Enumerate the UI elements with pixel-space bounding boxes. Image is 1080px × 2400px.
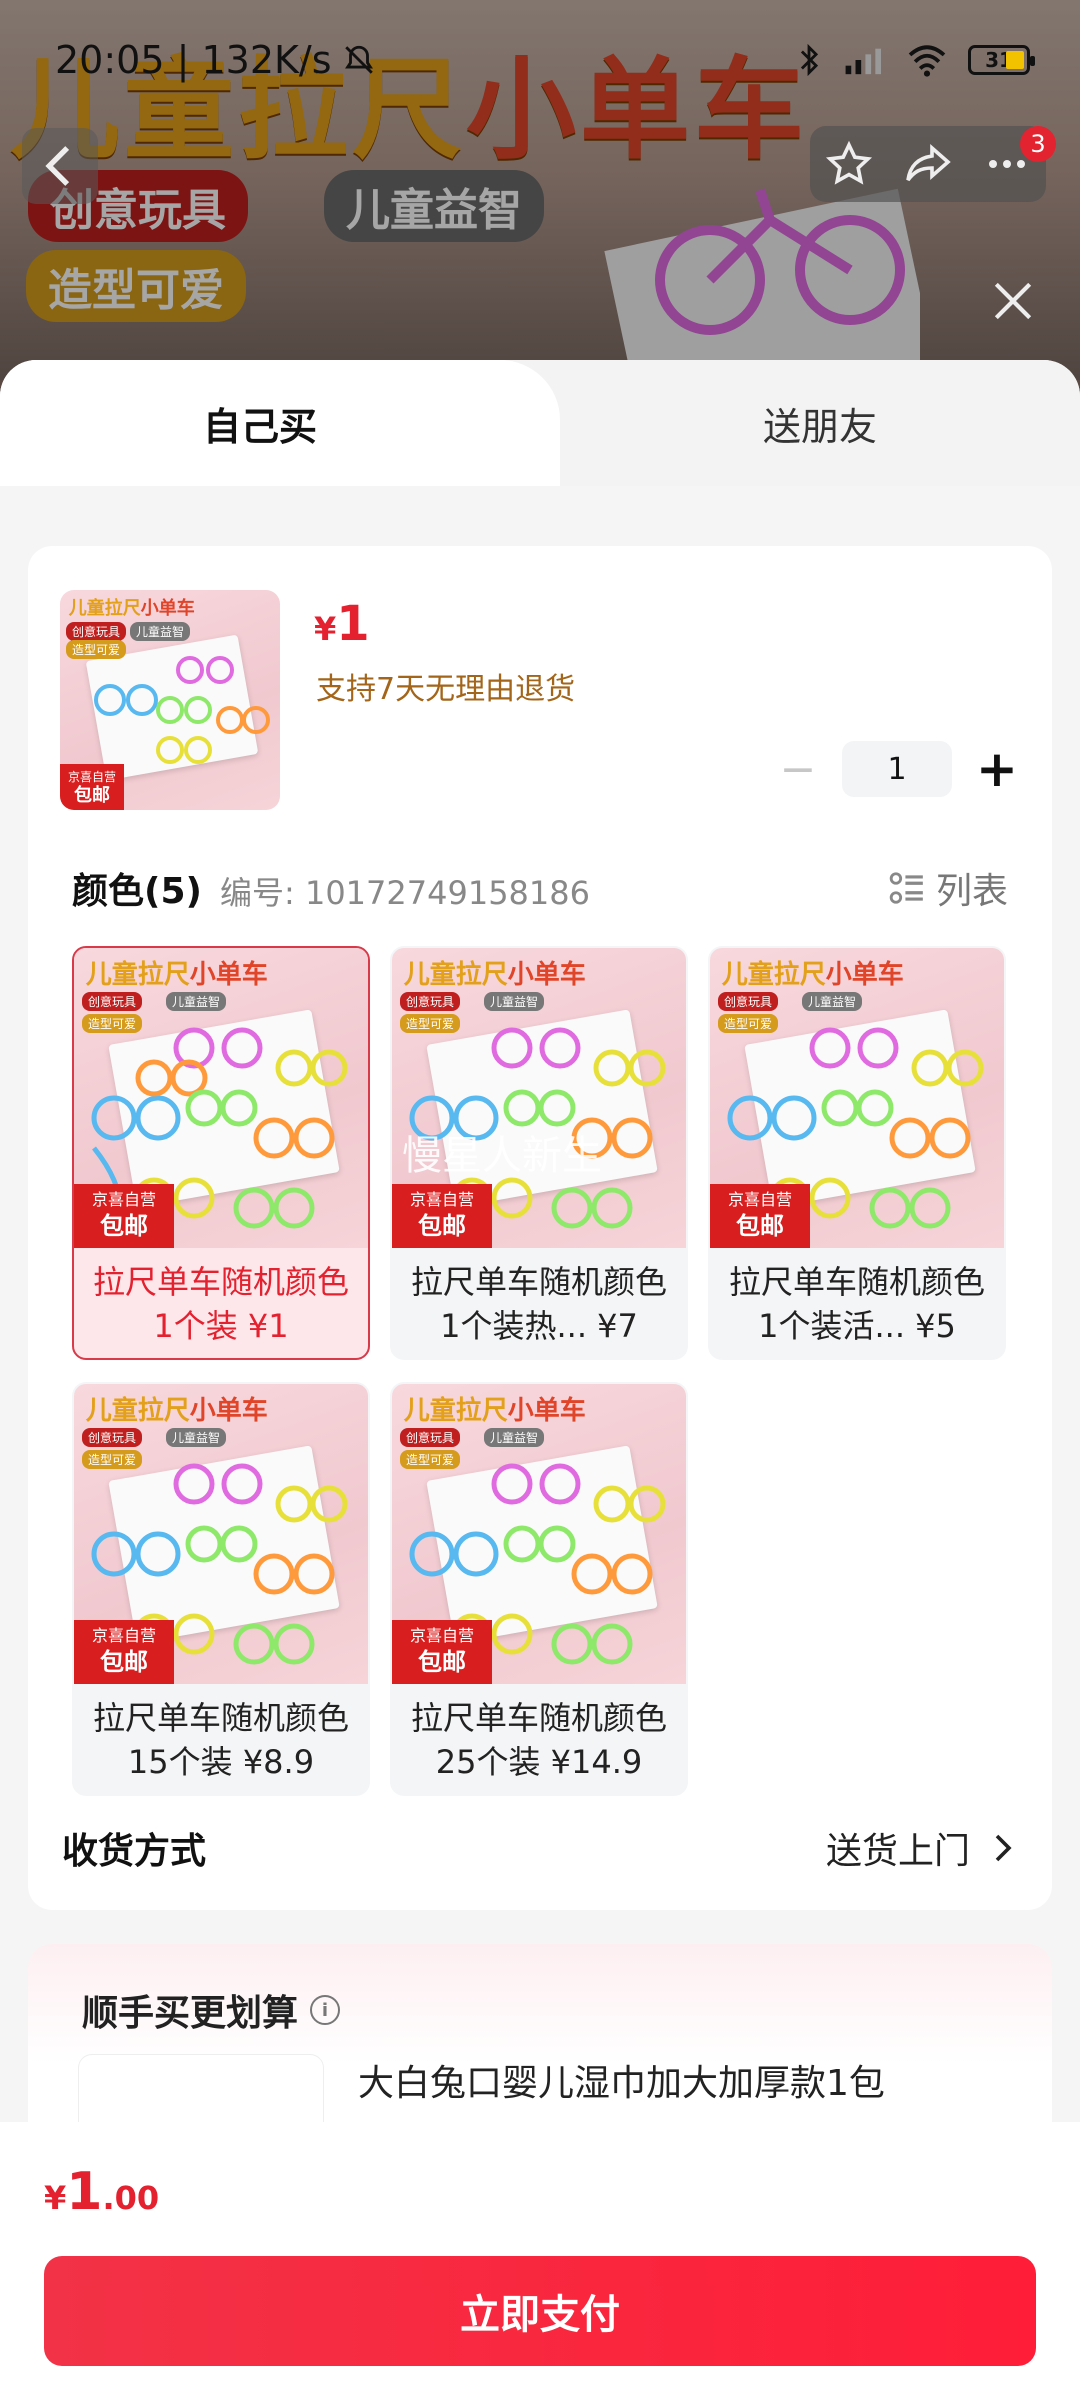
quantity-field[interactable]: 1 (842, 741, 952, 797)
return-policy-note: 支持7天无理由退货 (316, 672, 576, 707)
sku-number: 编号: 10172749158186 (220, 874, 590, 912)
mute-bell-icon (344, 45, 373, 74)
share-icon (906, 144, 951, 182)
product-thumbnail[interactable]: 儿童拉尺小单车 创意玩具 儿童益智 造型可爱 京喜自营 包邮 (60, 590, 280, 810)
wifi-icon (908, 45, 946, 77)
pay-now-button[interactable]: 立即支付 (44, 2256, 1036, 2366)
variant-option[interactable]: 儿童拉尺小单车 创意玩具 儿童益智 造型可爱 (72, 946, 370, 1360)
variant-image: 儿童拉尺小单车 创意玩具 儿童益智 造型可爱 (74, 948, 368, 1248)
chevron-right-icon (995, 1834, 1012, 1862)
total-price: ¥1.00 (44, 2162, 160, 2222)
purchase-sheet: 自己买 送朋友 儿童拉尺小单车 创意玩具 儿童益智 造型可爱 京喜自营 包邮 ¥… (0, 360, 1080, 2400)
delivery-method-label: 收货方式 (62, 1831, 207, 1872)
variant-label: 拉尺单车随机颜色 1个装 ¥1 (92, 1263, 349, 1345)
delivery-method-value: 送货上门 (825, 1831, 970, 1872)
tab-buy-for-self[interactable]: 自己买 (0, 360, 560, 486)
signal-icon (845, 48, 881, 75)
quantity-stepper: − 1 + (778, 740, 1018, 798)
close-icon (994, 282, 1032, 320)
list-view-toggle[interactable]: 列表 (888, 862, 1008, 914)
action-pill (810, 126, 1046, 202)
variant-image: 儿童拉尺小单车 创意玩具 儿童益智 造型可爱 (710, 948, 1004, 1248)
bluetooth-icon (800, 43, 819, 77)
variant-option[interactable]: 儿童拉尺小单车 创意玩具 儿童益智 造型可爱 (72, 1382, 370, 1796)
image-watermark: 慢星人新生 (402, 1133, 602, 1179)
info-icon[interactable]: i (310, 1995, 341, 2025)
share-button[interactable] (902, 138, 954, 190)
variant-label: 拉尺单车随机颜色 1个装热... ¥7 (410, 1263, 667, 1345)
tab-gift-to-friend[interactable]: 送朋友 (560, 360, 1080, 486)
variant-option[interactable]: 儿童拉尺小单车 创意玩具 儿童益智 造型可爱 (390, 946, 688, 1360)
addon-product-name[interactable]: 大白兔口婴儿湿巾加大加厚款1包 (358, 2054, 885, 2106)
notification-badge: 3 (1020, 126, 1056, 162)
color-section-heading: 颜色(5) (72, 871, 202, 912)
battery-icon: 31 (968, 45, 1035, 75)
decrease-quantity-button[interactable]: − (778, 744, 818, 795)
chevron-left-icon (45, 146, 70, 186)
product-options-card: 儿童拉尺小单车 创意玩具 儿童益智 造型可爱 京喜自营 包邮 ¥1 支持7天无理… (28, 546, 1052, 1910)
delivery-method-selector[interactable]: 送货上门 (826, 1822, 1012, 1874)
back-button[interactable] (22, 128, 98, 204)
status-time: 20:05 | 132K/s (55, 38, 332, 82)
variant-image: 儿童拉尺小单车 创意玩具 儿童益智 造型可爱 (392, 948, 686, 1248)
list-view-label: 列表 (935, 871, 1008, 912)
variant-label: 拉尺单车随机颜色 1个装活... ¥5 (728, 1263, 985, 1345)
increase-quantity-button[interactable]: + (976, 740, 1018, 798)
favorite-button[interactable] (823, 138, 875, 190)
variant-label: 拉尺单车随机颜色 25个装 ¥14.9 (410, 1699, 667, 1781)
status-bar: 20:05 | 132K/s 31 (0, 0, 1080, 120)
variant-image: 儿童拉尺小单车 创意玩具 儿童益智 造型可爱 (74, 1384, 368, 1684)
variant-option[interactable]: 儿童拉尺小单车 创意玩具 儿童益智 造型可爱 (390, 1382, 688, 1796)
star-icon (826, 140, 873, 185)
close-button[interactable] (988, 276, 1038, 326)
addon-title: 顺手买更划算 i (82, 1984, 341, 2036)
variant-option[interactable]: 儿童拉尺小单车 创意玩具 儿童益智 造型可爱 (708, 946, 1006, 1360)
checkout-bar: ¥1.00 立即支付 (0, 2122, 1080, 2400)
variant-label: 拉尺单车随机颜色 15个装 ¥8.9 (92, 1699, 349, 1781)
list-icon (889, 872, 923, 904)
variant-image: 儿童拉尺小单车 创意玩具 儿童益智 造型可爱 (392, 1384, 686, 1684)
purchase-tabs: 自己买 送朋友 (0, 360, 1080, 486)
product-price: ¥1 (314, 596, 370, 652)
